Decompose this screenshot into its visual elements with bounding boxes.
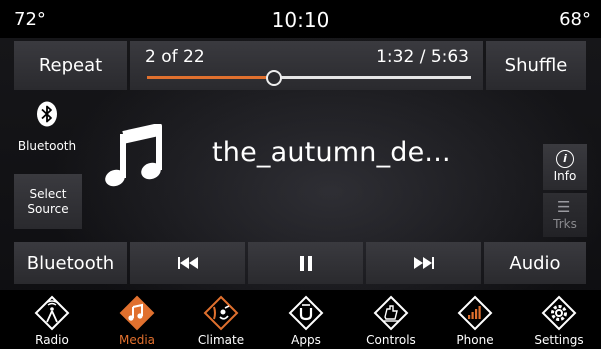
- elapsed-time: 1:32 / 5:63: [376, 47, 469, 67]
- source-name: Bluetooth: [17, 139, 77, 153]
- repeat-label: Repeat: [38, 55, 103, 76]
- shuffle-label: Shuffle: [504, 55, 568, 76]
- progress-bar[interactable]: [147, 70, 471, 86]
- audio-button-label: Audio: [509, 252, 561, 274]
- song-title: the_autumn_de...: [212, 137, 451, 168]
- shuffle-button[interactable]: Shuffle: [486, 41, 586, 90]
- nav-phone[interactable]: Phone: [440, 290, 510, 349]
- controls-icon: [373, 295, 409, 331]
- settings-icon: [541, 295, 577, 331]
- radio-icon: [34, 295, 70, 331]
- bluetooth-button[interactable]: Bluetooth: [14, 242, 127, 284]
- nav-radio-label: Radio: [35, 333, 69, 347]
- passenger-temperature[interactable]: 68°: [559, 9, 591, 30]
- tracks-label: Trks: [553, 217, 577, 231]
- status-bar: 72° 10:10 68°: [0, 0, 601, 38]
- nav-apps-label: Apps: [291, 333, 321, 347]
- pause-button[interactable]: [248, 242, 363, 284]
- nav-phone-label: Phone: [456, 333, 494, 347]
- nav-media[interactable]: Media: [102, 290, 172, 349]
- select-source-button[interactable]: Select Source: [14, 174, 82, 229]
- track-count: 2 of 22: [145, 47, 205, 67]
- info-icon: i: [556, 150, 574, 168]
- transport-row: Bluetooth Audio: [14, 242, 586, 284]
- media-icon: [119, 295, 155, 331]
- progress-fill: [147, 76, 274, 79]
- track-list-icon: ☰: [557, 198, 571, 216]
- previous-track-icon: [177, 257, 198, 269]
- audio-button[interactable]: Audio: [484, 242, 586, 284]
- playback-options-row: Repeat 2 of 22 1:32 / 5:63 Shuffle: [14, 41, 586, 90]
- nav-controls[interactable]: Controls: [356, 290, 426, 349]
- nav-radio[interactable]: Radio: [17, 290, 87, 349]
- music-note-icon: [105, 124, 162, 187]
- nav-settings-label: Settings: [534, 333, 584, 347]
- nav-settings[interactable]: Settings: [524, 290, 594, 349]
- previous-track-button[interactable]: [130, 242, 245, 284]
- repeat-button[interactable]: Repeat: [14, 41, 127, 90]
- tracks-button[interactable]: ☰ Trks: [543, 193, 587, 237]
- select-source-label-line2: Source: [27, 201, 69, 216]
- nav-apps[interactable]: Apps: [271, 290, 341, 349]
- bottom-nav: Radio Media Climate Apps Controls Phone …: [0, 290, 601, 349]
- bluetooth-button-label: Bluetooth: [26, 252, 115, 274]
- media-screen: 72° 10:10 68° Repeat 2 of 22 1:32 / 5:63…: [0, 0, 601, 349]
- info-button[interactable]: i Info: [543, 144, 587, 190]
- bluetooth-icon: [37, 101, 57, 127]
- clock: 10:10: [271, 8, 330, 32]
- nav-climate[interactable]: Climate: [186, 290, 256, 349]
- nav-media-label: Media: [118, 333, 156, 347]
- climate-icon: [203, 295, 239, 331]
- pause-icon: [298, 255, 314, 271]
- progress-knob[interactable]: [266, 70, 283, 86]
- apps-icon: [288, 295, 324, 331]
- info-label: Info: [553, 169, 577, 183]
- phone-icon: [457, 295, 493, 331]
- select-source-label-line1: Select: [29, 186, 67, 201]
- next-track-button[interactable]: [366, 242, 481, 284]
- nav-climate-label: Climate: [197, 333, 245, 347]
- next-track-icon: [413, 257, 434, 269]
- source-indicator: Bluetooth: [12, 101, 82, 156]
- progress-panel: 2 of 22 1:32 / 5:63: [130, 41, 483, 90]
- nav-controls-label: Controls: [366, 333, 416, 347]
